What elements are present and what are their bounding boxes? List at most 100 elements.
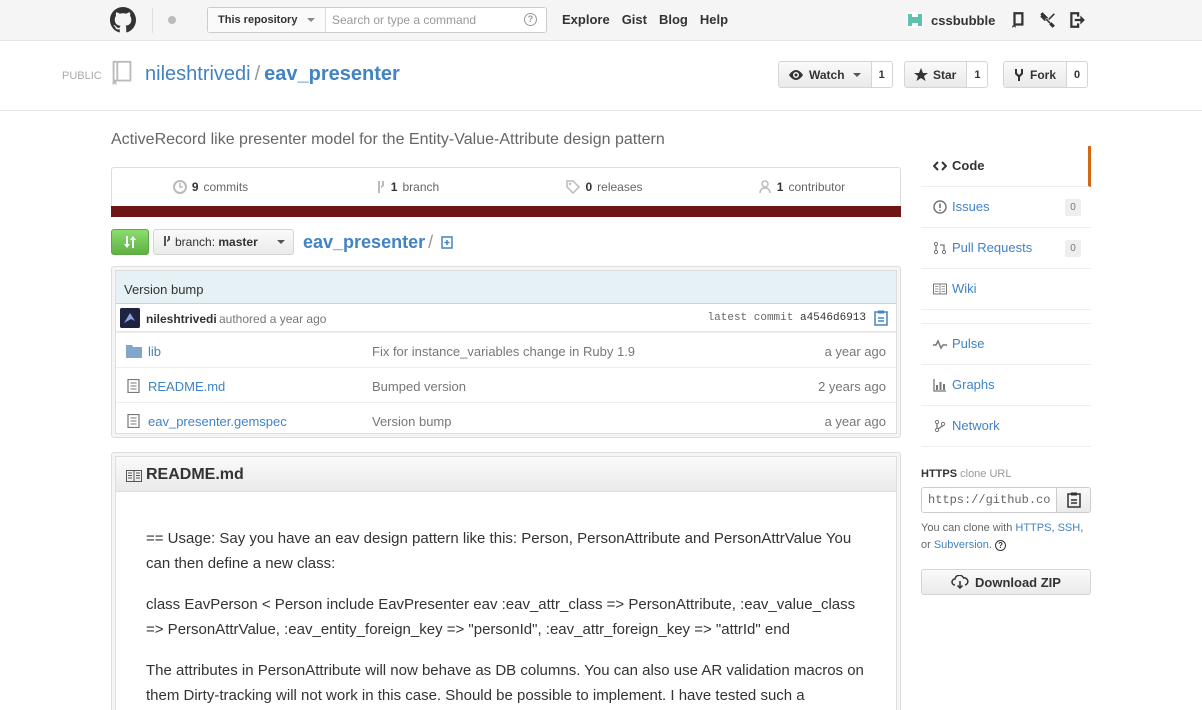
- organization-icon: [759, 180, 771, 194]
- file-commit-message[interactable]: Fix for instance_variables change in Rub…: [372, 344, 635, 359]
- file-row[interactable]: lib Fix for instance_variables change in…: [116, 332, 896, 367]
- pull-request-icon: [933, 241, 947, 255]
- history-icon: [172, 180, 187, 194]
- top-nav: Explore Gist Blog Help: [562, 12, 728, 27]
- contributors-count: 1: [776, 180, 784, 194]
- user-menu[interactable]: cssbubble: [907, 12, 995, 28]
- nav-gist[interactable]: Gist: [622, 12, 647, 27]
- fork-count[interactable]: 0: [1067, 62, 1088, 87]
- clone-url-input[interactable]: [921, 487, 1057, 513]
- search-input[interactable]: [332, 11, 517, 29]
- fork-button[interactable]: Fork: [1004, 62, 1068, 87]
- sidebar-item-code[interactable]: Code: [921, 146, 1091, 187]
- clone-ssh-link[interactable]: SSH: [1058, 522, 1081, 534]
- file-age: a year ago: [824, 344, 886, 359]
- releases-count: 0: [585, 180, 593, 194]
- sign-out-icon[interactable]: [1068, 11, 1086, 29]
- download-zip-button[interactable]: Download ZIP: [921, 569, 1091, 595]
- sidebar-item-label: Issues: [952, 199, 990, 214]
- tag-icon: [566, 180, 581, 194]
- nav-help[interactable]: Help: [700, 12, 728, 27]
- language-bar[interactable]: [111, 206, 901, 217]
- sidebar-item-network[interactable]: Network: [921, 406, 1091, 447]
- repo-header: PUBLIC nileshtrivedi / eav_presenter Watch…: [0, 41, 1202, 111]
- sidebar-item-wiki[interactable]: Wiki: [921, 269, 1091, 310]
- file-name-link[interactable]: eav_presenter.gemspec: [148, 414, 287, 429]
- readme-title: README.md: [146, 466, 244, 483]
- repo-name-link[interactable]: eav_presenter: [264, 63, 400, 85]
- issues-count: 0: [1065, 199, 1081, 216]
- sidebar-divider: [921, 310, 1091, 324]
- nav-explore[interactable]: Explore: [562, 12, 610, 27]
- issue-opened-icon: [933, 200, 947, 214]
- breadcrumb: eav_presenter /: [303, 232, 453, 253]
- copy-clone-url-button[interactable]: [1056, 487, 1091, 513]
- search-scope-select[interactable]: This repository: [208, 8, 326, 32]
- commit-sha-link[interactable]: a4546d6913: [800, 312, 866, 324]
- help-icon[interactable]: ?: [995, 539, 1007, 551]
- file-row[interactable]: eav_presenter.gemspec Version bump a yea…: [116, 402, 896, 437]
- star-icon: [914, 67, 928, 81]
- contributors-label: contributor: [788, 180, 846, 194]
- file-commit-message[interactable]: Bumped version: [372, 379, 466, 394]
- clipboard-icon[interactable]: [874, 310, 888, 326]
- releases-label: releases: [597, 180, 643, 194]
- github-logo-icon[interactable]: [110, 7, 136, 33]
- clone-https-link[interactable]: HTTPS: [1015, 522, 1051, 534]
- file-name-link[interactable]: lib: [148, 344, 161, 359]
- star-count[interactable]: 1: [967, 62, 988, 87]
- releases-stat[interactable]: 0 releases: [506, 168, 703, 206]
- branch-select[interactable]: branch: master: [153, 229, 294, 255]
- sidebar-item-pulse[interactable]: Pulse: [921, 324, 1091, 365]
- nav-blog[interactable]: Blog: [659, 12, 688, 27]
- readme-header: README.md: [115, 456, 897, 491]
- avatar[interactable]: [120, 308, 140, 328]
- sidebar-item-pull-requests[interactable]: Pull Requests 0: [921, 228, 1091, 269]
- username: cssbubble: [931, 12, 996, 28]
- sidebar-item-label: Pulse: [952, 336, 985, 351]
- cloud-download-icon: [951, 575, 969, 589]
- search-help-icon[interactable]: ?: [524, 13, 537, 26]
- search-box: This repository ?: [207, 7, 547, 33]
- settings-tools-icon[interactable]: [1038, 11, 1056, 29]
- new-file-icon[interactable]: [441, 236, 453, 249]
- contributors-stat[interactable]: 1 contributor: [703, 168, 900, 206]
- readme-paragraph: The attributes in PersonAttribute will n…: [146, 662, 864, 704]
- breadcrumb-root-link[interactable]: eav_presenter: [303, 232, 425, 252]
- repo-sidebar: Code Issues 0 Pull Requests 0 Wiki Pulse…: [921, 146, 1091, 447]
- sidebar-item-graphs[interactable]: Graphs: [921, 365, 1091, 406]
- new-repo-icon[interactable]: [1010, 11, 1028, 29]
- latest-commit-message[interactable]: Version bump: [116, 271, 896, 304]
- fork-label: Fork: [1030, 67, 1057, 82]
- clone-subversion-link[interactable]: Subversion: [934, 539, 989, 551]
- clone-help-prefix: You can clone with: [921, 522, 1013, 534]
- compare-button[interactable]: [111, 229, 149, 255]
- commit-author-link[interactable]: nileshtrivedi: [146, 312, 217, 326]
- file-commit-message[interactable]: Version bump: [372, 414, 452, 429]
- watch-button[interactable]: Watch: [779, 62, 872, 87]
- clipboard-icon: [1067, 492, 1081, 508]
- file-row[interactable]: README.md Bumped version 2 years ago: [116, 367, 896, 402]
- commits-stat[interactable]: 9 commits: [112, 168, 309, 206]
- star-button[interactable]: Star: [905, 62, 968, 87]
- repo-stats: 9 commits 1 branch 0 releases 1 contribu…: [111, 167, 901, 217]
- repo-title-separator: /: [254, 63, 261, 85]
- watch-group: Watch 1: [778, 61, 893, 88]
- clone-protocol: HTTPS: [921, 468, 958, 480]
- readme-panel: README.md == Usage: Say you have an eav …: [111, 452, 901, 710]
- visibility-label: PUBLIC: [62, 70, 102, 82]
- branch-name: master: [218, 235, 258, 249]
- notification-dot-icon[interactable]: [168, 16, 176, 24]
- fork-group: Fork 0: [1003, 61, 1089, 88]
- watch-count[interactable]: 1: [871, 62, 892, 87]
- pulse-icon: [933, 339, 947, 350]
- chevron-down-icon: [852, 72, 861, 81]
- sidebar-item-issues[interactable]: Issues 0: [921, 187, 1091, 228]
- star-group: Star 1: [904, 61, 989, 88]
- repo-owner-link[interactable]: nileshtrivedi: [145, 63, 251, 85]
- network-icon: [934, 419, 946, 433]
- file-age: a year ago: [824, 414, 886, 429]
- file-name-link[interactable]: README.md: [148, 379, 225, 394]
- chevron-down-icon: [307, 18, 315, 26]
- branches-stat[interactable]: 1 branch: [309, 168, 506, 206]
